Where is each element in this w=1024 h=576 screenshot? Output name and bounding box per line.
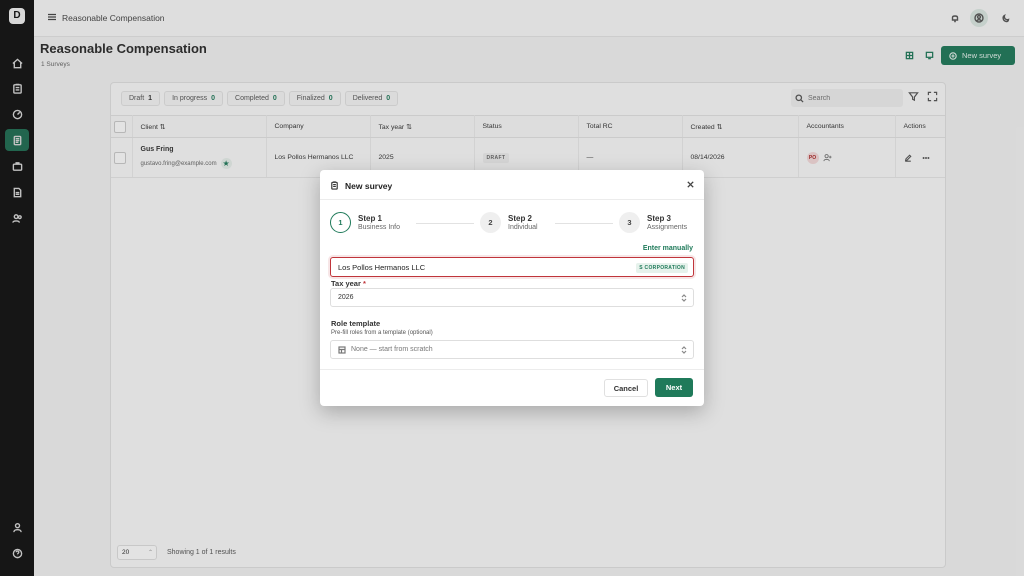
step-2[interactable]: 2 Step 2 Individual: [480, 212, 538, 233]
step-3[interactable]: 3 Step 3 Assignments: [619, 212, 687, 233]
role-template-select[interactable]: None — start from scratch: [330, 340, 694, 359]
company-input[interactable]: [338, 262, 628, 272]
step-1-subtitle: Business Info: [358, 224, 401, 231]
template-icon: [338, 345, 346, 354]
new-survey-dialog: New survey 1 Step 1 Business Info 2 Step …: [320, 170, 704, 406]
step-2-number: 2: [480, 212, 501, 233]
chevron-updown-icon: [681, 294, 687, 302]
step-2-title: Step 2: [508, 214, 533, 223]
step-connector: [416, 223, 474, 224]
stepper: 1 Step 1 Business Info 2 Step 2 Individual…: [330, 212, 694, 236]
step-1-number: 1: [330, 212, 351, 233]
tax-year-label: Tax year *: [331, 279, 366, 288]
step-1[interactable]: 1 Step 1 Business Info: [330, 212, 400, 233]
entity-type-badge: S CORPORATION: [636, 263, 688, 273]
cancel-button[interactable]: Cancel: [604, 379, 648, 397]
step-1-title: Step 1: [358, 214, 383, 223]
role-template-hint: Pre-fill roles from a template (optional…: [331, 330, 433, 336]
step-3-title: Step 3: [647, 214, 672, 223]
dialog-divider: [320, 369, 704, 370]
role-template-label: Role template: [331, 319, 381, 328]
clipboard-icon: [330, 181, 339, 190]
step-connector: [555, 223, 613, 224]
tax-year-select[interactable]: 2026: [330, 288, 694, 307]
tax-year-value: 2026: [338, 294, 354, 301]
step-3-subtitle: Assignments: [647, 224, 688, 231]
chevron-updown-icon: [681, 346, 687, 354]
step-2-subtitle: Individual: [508, 224, 538, 231]
step-3-number: 3: [619, 212, 640, 233]
enter-manually-link[interactable]: Enter manually: [643, 245, 693, 252]
next-button[interactable]: Next: [655, 378, 693, 397]
required-asterisk: *: [362, 279, 366, 288]
dialog-title: New survey: [345, 181, 393, 191]
dialog-header: New survey: [320, 170, 704, 200]
company-search-field: S CORPORATION: [330, 257, 694, 277]
role-template-value: None — start from scratch: [351, 346, 433, 353]
close-icon[interactable]: [686, 180, 696, 190]
